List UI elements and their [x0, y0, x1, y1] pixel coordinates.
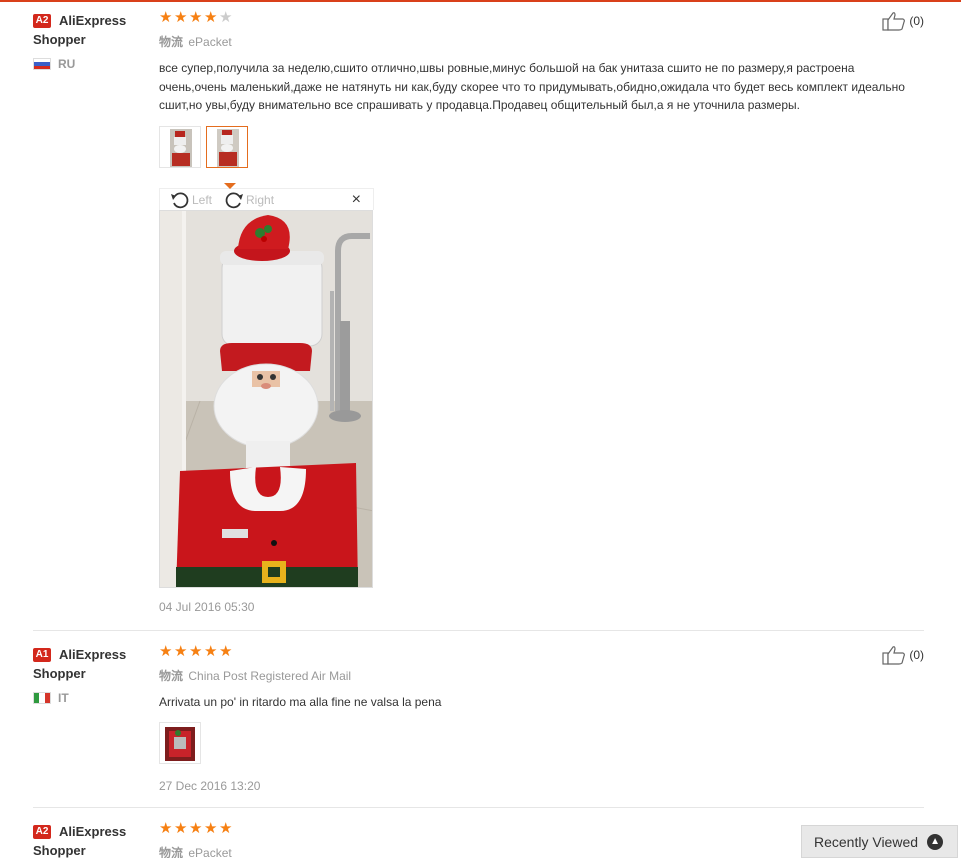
- review-photo-thumbnail[interactable]: [159, 721, 201, 764]
- helpful-vote[interactable]: (0): [882, 645, 924, 665]
- santa-toilet-set-photo: [160, 211, 372, 587]
- rotate-right-icon: [225, 191, 244, 208]
- country-code: IT: [58, 691, 69, 705]
- recently-viewed-label: Recently Viewed: [814, 833, 919, 850]
- top-accent-line: [0, 0, 961, 2]
- star-icon: ★: [189, 643, 203, 660]
- close-viewer-button[interactable]: ×: [352, 191, 361, 209]
- review-photo-thumbnail[interactable]: [159, 125, 201, 168]
- shipping-label: 物流: [159, 35, 184, 49]
- helpful-count: (0): [909, 14, 924, 28]
- buyer-level-badge: A2: [33, 825, 51, 839]
- review-divider: [33, 630, 924, 631]
- selected-photo-pointer: [224, 183, 236, 189]
- review-item: A1 AliExpress Shopper IT ★ ★ ★ ★ ★ 物流 Chi…: [33, 643, 924, 795]
- helpful-count: (0): [909, 648, 924, 662]
- star-empty-icon: ★: [219, 9, 233, 26]
- star-icon: ★: [189, 9, 203, 26]
- review-content: ★ ★ ★ ★ ★ 物流 China Post Registered Air M…: [159, 643, 924, 793]
- review-content: ★ ★ ★ ★ ★ 物流 ePacket все супер,получила …: [159, 9, 924, 168]
- chevron-up-icon: ▲: [927, 833, 944, 850]
- review-photo-large: [159, 210, 373, 588]
- star-icon: ★: [159, 820, 173, 837]
- star-icon: ★: [189, 820, 203, 837]
- recently-viewed-button[interactable]: Recently Viewed ▲: [801, 825, 958, 858]
- country-code: RU: [58, 57, 76, 71]
- star-rating: ★ ★ ★ ★ ★: [159, 9, 924, 26]
- star-icon: ★: [219, 643, 233, 660]
- star-icon: ★: [204, 820, 218, 837]
- star-icon: ★: [174, 9, 188, 26]
- review-date: 04 Jul 2016 05:30: [159, 600, 255, 614]
- reviewer-name: AliExpress: [59, 824, 127, 839]
- rotate-right-button[interactable]: Right: [224, 190, 274, 210]
- reviewer-name-line2: Shopper: [33, 843, 86, 858]
- shipping-label: 物流: [159, 846, 184, 858]
- star-icon: ★: [204, 9, 218, 26]
- shipping-method: ePacket: [188, 846, 232, 858]
- star-icon: ★: [174, 820, 188, 837]
- review-text: все супер,получила за неделю,сшито отлич…: [159, 61, 905, 112]
- star-icon: ★: [204, 643, 218, 660]
- reviewer-info: A1 AliExpress Shopper IT: [33, 645, 153, 705]
- reviewer-info: A2 AliExpress Shopper: [33, 822, 153, 858]
- reviewer-name: AliExpress: [59, 13, 127, 28]
- russia-flag-icon: [33, 58, 51, 70]
- review-date: 27 Dec 2016 13:20: [159, 778, 261, 793]
- shipping-method: China Post Registered Air Mail: [188, 669, 352, 683]
- reviewer-name-line2: Shopper: [33, 666, 86, 681]
- reviewer-country: IT: [33, 691, 153, 705]
- reviewer-name-line2: Shopper: [33, 32, 86, 47]
- reviewer-info: A2 AliExpress Shopper RU: [33, 11, 153, 71]
- star-icon: ★: [219, 820, 233, 837]
- photo-viewer-toolbar: Left Right ×: [159, 183, 374, 210]
- rotate-left-button[interactable]: Left: [170, 190, 212, 210]
- helpful-vote[interactable]: (0): [882, 11, 924, 31]
- buyer-level-badge: A2: [33, 14, 51, 28]
- shipping-info: 物流 ePacket: [159, 33, 924, 50]
- review-text: Arrivata un po' in ritardo ma alla fine …: [159, 695, 442, 709]
- star-icon: ★: [159, 9, 173, 26]
- italy-flag-icon: [33, 692, 51, 704]
- review-photo-thumbnail-selected[interactable]: [206, 125, 248, 168]
- reviewer-country: RU: [33, 57, 153, 71]
- review-item: A2 AliExpress Shopper ★ ★ ★ ★ ★ 物流 ePacke…: [33, 820, 924, 858]
- buyer-level-badge: A1: [33, 648, 51, 662]
- thumbs-up-icon: [882, 646, 906, 665]
- review-photos: [159, 125, 924, 168]
- rotate-left-icon: [171, 191, 189, 208]
- shipping-label: 物流: [159, 669, 184, 683]
- photo-viewer: Left Right ×: [159, 183, 374, 588]
- review-photos: [159, 721, 924, 764]
- review-item: A2 AliExpress Shopper RU ★ ★ ★ ★ ★ 物流 ePa…: [33, 9, 924, 621]
- shipping-method: ePacket: [188, 35, 232, 49]
- shipping-info: 物流 China Post Registered Air Mail: [159, 667, 924, 684]
- star-icon: ★: [159, 643, 173, 660]
- thumbs-up-icon: [882, 12, 906, 31]
- star-rating: ★ ★ ★ ★ ★: [159, 643, 924, 660]
- reviewer-name: AliExpress: [59, 647, 127, 662]
- review-divider: [33, 807, 924, 808]
- star-icon: ★: [174, 643, 188, 660]
